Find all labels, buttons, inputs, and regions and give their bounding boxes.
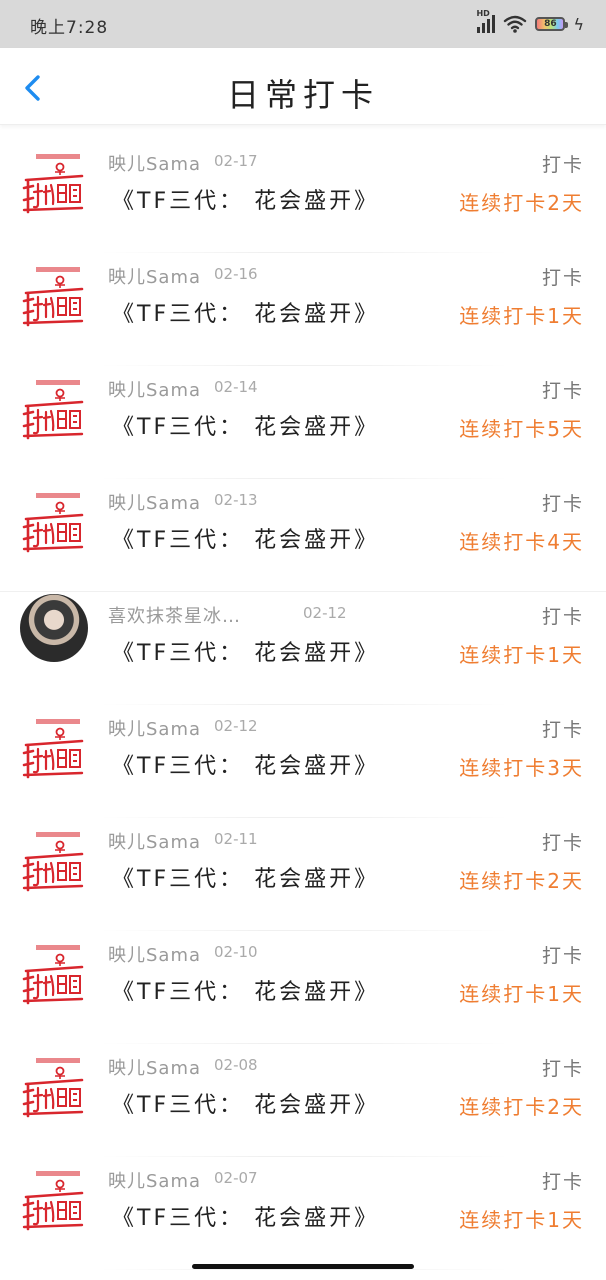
checkin-label: 打卡 — [541, 606, 584, 628]
checkin-row[interactable]: 映儿Sama 02-16 《TF三代： 花会盛开》 打卡连续打卡1天 — [0, 253, 606, 366]
shouji-mianting-logo[interactable] — [20, 830, 86, 894]
streak-count: 连续打卡1天 — [459, 1208, 584, 1232]
checkin-date: 02-11 — [214, 830, 258, 848]
checkin-label: 打卡 — [541, 1058, 584, 1080]
book-title[interactable]: 《TF三代： 花会盛开》 — [112, 635, 379, 667]
cellular-signal-icon: HD — [476, 9, 496, 33]
checkin-date: 02-17 — [214, 152, 258, 170]
book-title[interactable]: 《TF三代： 花会盛开》 — [112, 1087, 379, 1119]
username[interactable]: 映儿Sama — [108, 1054, 201, 1080]
checkin-label: 打卡 — [541, 493, 584, 515]
book-title[interactable]: 《TF三代： 花会盛开》 — [112, 409, 379, 441]
username[interactable]: 映儿Sama — [108, 828, 201, 854]
checkin-label: 打卡 — [541, 154, 584, 176]
shouji-mianting-logo[interactable] — [20, 378, 86, 442]
username[interactable]: 映儿Sama — [108, 715, 201, 741]
shouji-mianting-logo[interactable] — [20, 265, 86, 329]
row-divider — [98, 1269, 510, 1270]
checkin-date: 02-08 — [214, 1056, 258, 1074]
checkin-date: 02-12 — [303, 604, 347, 622]
book-title[interactable]: 《TF三代： 花会盛开》 — [112, 861, 379, 893]
checkin-date: 02-16 — [214, 265, 258, 283]
streak-count: 连续打卡5天 — [459, 417, 584, 441]
streak-count: 连续打卡1天 — [459, 643, 584, 667]
user-avatar[interactable] — [20, 594, 88, 662]
app-header: 日常打卡 — [0, 48, 606, 125]
checkin-list: 映儿Sama 02-17 《TF三代： 花会盛开》 打卡 连续打卡2天 映儿Sama 02-… — [0, 140, 606, 1270]
checkin-row[interactable]: 映儿Sama 02-13 《TF三代： 花会盛开》 打卡连续打卡4天 — [0, 479, 606, 592]
page-title: 日常打卡 — [226, 76, 379, 114]
shouji-mianting-logo[interactable] — [20, 152, 86, 216]
streak-count: 连续打卡4天 — [459, 530, 584, 554]
username[interactable]: 映儿Sama — [108, 941, 201, 967]
checkin-row[interactable]: 映儿Sama 02-10 《TF三代： 花会盛开》 打卡连续打卡1天 — [0, 931, 606, 1044]
streak-count: 连续打卡1天 — [459, 304, 584, 328]
checkin-row[interactable]: 映儿Sama 02-08 《TF三代： 花会盛开》 打卡连续打卡2天 — [0, 1044, 606, 1157]
checkin-label: 打卡 — [541, 719, 584, 741]
checkin-date: 02-12 — [214, 717, 258, 735]
home-indicator[interactable] — [192, 1264, 414, 1269]
book-title[interactable]: 《TF三代： 花会盛开》 — [112, 522, 379, 554]
checkin-date: 02-13 — [214, 491, 258, 509]
lightning-icon: ϟ — [573, 14, 584, 34]
checkin-label: 打卡 — [541, 380, 584, 402]
username[interactable]: 喜欢抹茶星冰… — [108, 602, 241, 628]
streak-count: 连续打卡2天 — [459, 869, 584, 893]
checkin-row[interactable]: 喜欢抹茶星冰… 02-12 《TF三代： 花会盛开》 打卡连续打卡1天 — [0, 592, 606, 705]
checkin-row[interactable]: 映儿Sama 02-17 《TF三代： 花会盛开》 打卡连续打卡2天 — [0, 140, 606, 253]
checkin-row[interactable]: 映儿Sama 02-11 《TF三代： 花会盛开》 打卡连续打卡2天 — [0, 818, 606, 931]
checkin-row[interactable]: 映儿Sama 02-12 《TF三代： 花会盛开》 打卡连续打卡3天 — [0, 705, 606, 818]
checkin-label: 打卡 — [541, 945, 584, 967]
status-time: 晚上7:28 — [30, 18, 109, 38]
shouji-mianting-logo[interactable] — [20, 943, 86, 1007]
hd-badge: HD — [476, 9, 490, 18]
streak-count: 连续打卡2天 — [459, 1095, 584, 1119]
shouji-mianting-logo[interactable] — [20, 717, 86, 781]
streak-count: 连续打卡2天 — [459, 191, 584, 215]
username[interactable]: 映儿Sama — [108, 376, 201, 402]
username[interactable]: 映儿Sama — [108, 489, 201, 515]
streak-count: 连续打卡1天 — [459, 982, 584, 1006]
book-title[interactable]: 《TF三代： 花会盛开》 — [112, 296, 379, 328]
checkin-row[interactable]: 映儿Sama 02-07 《TF三代： 花会盛开》 打卡连续打卡1天 — [0, 1157, 606, 1270]
shouji-mianting-logo[interactable] — [20, 491, 86, 555]
checkin-label: 打卡 — [541, 832, 584, 854]
checkin-date: 02-14 — [214, 378, 258, 396]
checkin-row[interactable]: 映儿Sama 02-14 《TF三代： 花会盛开》 打卡连续打卡5天 — [0, 366, 606, 479]
checkin-date: 02-10 — [214, 943, 258, 961]
checkin-label: 打卡 — [541, 1171, 584, 1193]
shouji-mianting-logo[interactable] — [20, 1169, 86, 1233]
username[interactable]: 映儿Sama — [108, 1167, 201, 1193]
username[interactable]: 映儿Sama — [108, 263, 201, 289]
shouji-mianting-logo[interactable] — [20, 1056, 86, 1120]
status-icons: HD 86 ϟ — [476, 9, 584, 36]
book-title[interactable]: 《TF三代： 花会盛开》 — [112, 1200, 379, 1232]
username[interactable]: 映儿Sama — [108, 150, 201, 176]
checkin-label: 打卡 — [541, 267, 584, 289]
checkin-date: 02-07 — [214, 1169, 258, 1187]
wifi-icon — [504, 15, 527, 33]
status-bar: 晚上7:28 HD 86 ϟ — [0, 0, 606, 48]
book-title[interactable]: 《TF三代： 花会盛开》 — [112, 748, 379, 780]
book-title[interactable]: 《TF三代： 花会盛开》 — [112, 183, 379, 215]
battery-icon: 86 — [535, 17, 569, 31]
streak-count: 连续打卡3天 — [459, 756, 584, 780]
battery-level: 86 — [544, 19, 557, 29]
book-title[interactable]: 《TF三代： 花会盛开》 — [112, 974, 379, 1006]
